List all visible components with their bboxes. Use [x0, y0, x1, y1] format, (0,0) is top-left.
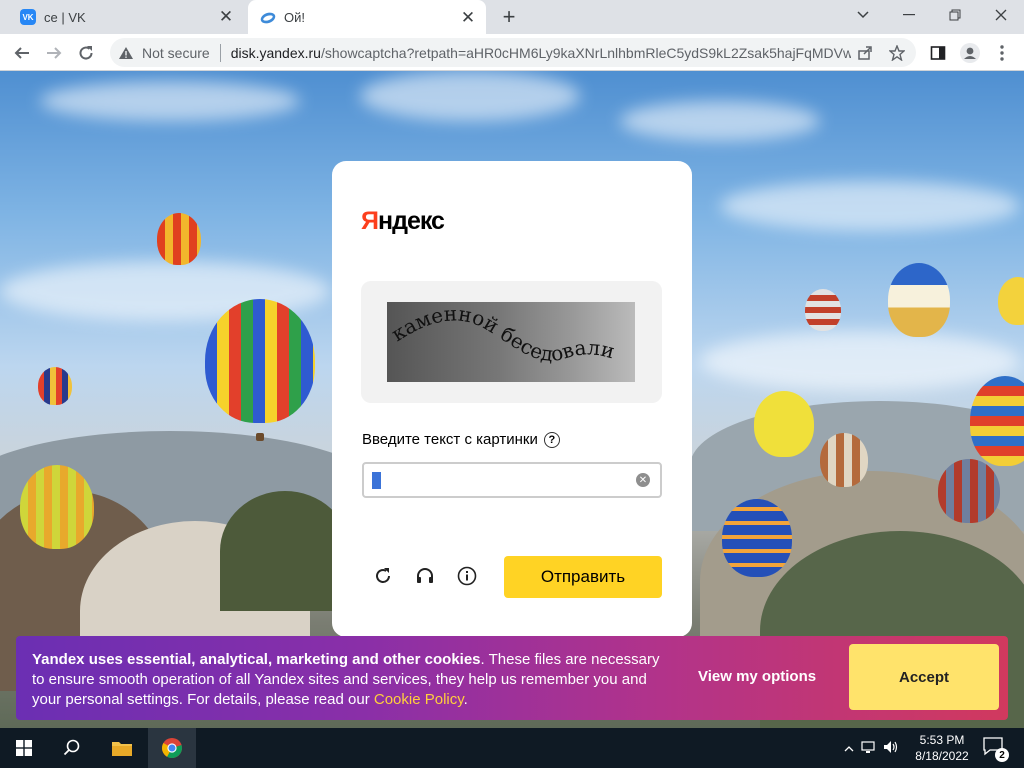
menu-kebab-icon[interactable]: [988, 39, 1016, 67]
system-tray: [840, 728, 902, 768]
hot-air-balloon: [820, 433, 868, 487]
audio-captcha-icon[interactable]: [412, 563, 438, 589]
tab-strip: VK ce | VK ✕ Ой! ✕ +: [0, 0, 1024, 35]
captcha-input[interactable]: [372, 470, 632, 490]
cookie-banner: Yandex uses essential, analytical, marke…: [16, 636, 1008, 720]
cookie-text-end: .: [463, 691, 468, 708]
view-options-button[interactable]: View my options: [698, 668, 816, 685]
restore-button[interactable]: [932, 0, 978, 30]
cloud: [720, 181, 1020, 231]
new-tab-button[interactable]: +: [496, 4, 522, 29]
side-panel-icon[interactable]: [924, 39, 952, 67]
share-icon[interactable]: [852, 40, 878, 66]
captcha-prompt: Введите текст с картинки ?: [362, 431, 560, 448]
close-tab-icon[interactable]: ✕: [456, 6, 480, 30]
captcha-image-box: каменной беседовали: [361, 281, 662, 403]
address-bar[interactable]: Not secure disk.yandex.ru/showcaptcha?re…: [110, 38, 916, 67]
prompt-label: Введите текст с картинки: [362, 431, 538, 448]
tab-search-icon[interactable]: [840, 0, 886, 30]
hot-air-balloon: [938, 459, 1000, 523]
yandex-disk-icon: [260, 10, 276, 26]
hot-air-balloon: [38, 367, 72, 405]
help-icon[interactable]: ?: [543, 431, 560, 448]
hot-air-balloon: [970, 376, 1024, 466]
notification-center-icon[interactable]: 2: [982, 736, 1009, 762]
yandex-logo: Яндекс: [361, 207, 445, 235]
balloon-basket: [256, 433, 264, 441]
cookie-policy-link[interactable]: Cookie Policy: [374, 691, 464, 708]
close-window-button[interactable]: [978, 0, 1024, 30]
reload-icon[interactable]: [72, 39, 100, 67]
file-explorer-icon[interactable]: [98, 728, 146, 768]
captcha-image: каменной беседовали: [387, 302, 635, 382]
refresh-captcha-icon[interactable]: [370, 563, 396, 589]
warning-icon: [119, 46, 133, 59]
browser-toolbar: Not secure disk.yandex.ru/showcaptcha?re…: [0, 34, 1024, 71]
hot-air-balloon: [805, 289, 841, 331]
back-arrow-icon[interactable]: [8, 39, 36, 67]
forward-arrow-icon[interactable]: [40, 39, 68, 67]
cloud: [40, 81, 300, 121]
minimize-button[interactable]: [886, 0, 932, 30]
url-host: disk.yandex.ru: [230, 44, 321, 61]
submit-button[interactable]: Отправить: [504, 556, 662, 598]
tab-title: ce | VK: [44, 9, 86, 25]
cookie-text-bold: Yandex uses essential, analytical, marke…: [32, 651, 481, 668]
vk-icon: VK: [20, 9, 36, 25]
bookmark-star-icon[interactable]: [884, 40, 910, 66]
captcha-input-field[interactable]: ✕: [362, 462, 662, 498]
hot-air-balloon: [998, 277, 1024, 325]
clock-date: 8/18/2022: [915, 749, 969, 763]
hot-air-balloon: [888, 263, 950, 337]
accept-button[interactable]: Accept: [849, 644, 999, 710]
info-icon[interactable]: [454, 563, 480, 589]
cloud: [620, 101, 820, 141]
cookie-text: Yandex uses essential, analytical, marke…: [32, 650, 672, 710]
cloud: [700, 331, 1020, 391]
cloud: [360, 71, 580, 121]
tab-vk[interactable]: VK ce | VK ✕: [8, 0, 244, 34]
divider: [219, 43, 221, 62]
chevron-up-icon[interactable]: [840, 741, 858, 755]
network-icon[interactable]: [858, 740, 880, 757]
windows-start-icon[interactable]: [0, 728, 48, 768]
tab-title: Ой!: [284, 10, 305, 25]
hot-air-balloon: [205, 299, 315, 423]
tab-yandex[interactable]: Ой! ✕: [248, 0, 486, 35]
clear-input-icon[interactable]: ✕: [636, 473, 650, 487]
search-icon[interactable]: [48, 728, 96, 768]
captcha-text: каменной беседовали: [387, 302, 617, 366]
not-secure-label: Not secure: [142, 44, 210, 61]
security-indicator[interactable]: Not secure: [118, 45, 210, 61]
hot-air-balloon: [157, 213, 201, 265]
profile-avatar-icon[interactable]: [956, 39, 984, 67]
close-tab-icon[interactable]: ✕: [214, 5, 238, 29]
clock-time: 5:53 PM: [919, 733, 965, 747]
url-text[interactable]: disk.yandex.ru/showcaptcha?retpath=aHR0c…: [231, 45, 851, 61]
clock[interactable]: 5:53 PM 8/18/2022: [914, 732, 970, 764]
hot-air-balloon: [722, 499, 792, 577]
rock-formation: [220, 491, 350, 611]
volume-icon[interactable]: [880, 740, 902, 757]
captcha-card: Яндекс каменной беседовали Введите текст…: [332, 161, 692, 637]
hot-air-balloon: [20, 465, 94, 549]
notification-count: 2: [995, 748, 1009, 762]
taskbar: 5:53 PM 8/18/2022 2: [0, 728, 1024, 768]
hot-air-balloon: [754, 391, 814, 457]
url-path: /showcaptcha?retpath=aHR0cHM6Ly9kaXNrLnl…: [320, 44, 851, 61]
chrome-taskbar-icon[interactable]: [148, 728, 196, 768]
